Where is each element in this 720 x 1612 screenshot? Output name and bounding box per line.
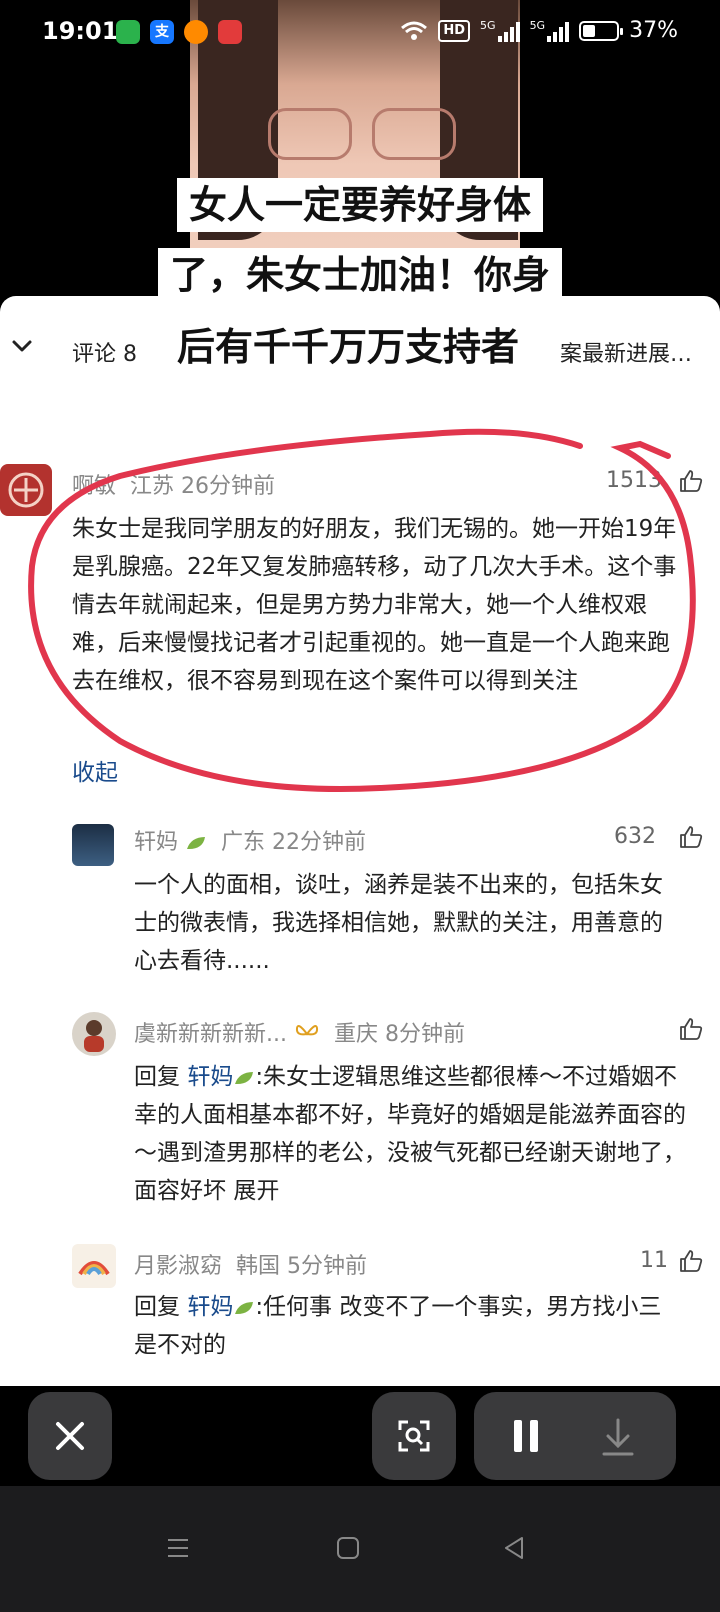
comment-meta: 虞新新新新新... 重庆 8分钟前 — [134, 1016, 465, 1048]
comment-text: 回复 轩妈:朱女士逻辑思维这些都很棒～不过婚姻不幸的人面相基本都不好，毕竟好的婚… — [134, 1064, 686, 1204]
comment-time: 22分钟前 — [272, 830, 367, 855]
reply-prefix: 回复 — [134, 1064, 180, 1090]
comments-sheet: 评论 8 案最新进展… 啊敏 江苏 26分钟前 1513 朱女士是我同学朋友的好… — [0, 296, 720, 1386]
video-caption-line-3: 后有千千万万支持者 — [0, 320, 708, 374]
alipay-icon: 支 — [150, 20, 174, 44]
wifi-icon — [401, 21, 428, 40]
status-bar: 19:01 支 HD 5G 5G 37% — [0, 0, 720, 64]
video-caption-line-2: 了，朱女士加油！你身 — [0, 248, 720, 302]
comment-text: 回复 轩妈:任何事 改变不了一个事实，男方找小三 是不对的 — [134, 1294, 662, 1358]
battery-percent: 37% — [629, 18, 678, 43]
comment-text: 一个人的面相，谈吐，涵养是装不出来的，包括朱女士的微表情，我选择相信她，默默的关… — [134, 872, 663, 974]
media-controls — [474, 1392, 676, 1480]
avatar[interactable] — [72, 824, 114, 866]
close-button[interactable] — [28, 1392, 112, 1480]
comment-location: 广东 — [221, 830, 266, 855]
comment-meta: 啊敏 江苏 26分钟前 — [72, 468, 275, 500]
status-time: 19:01 — [42, 17, 119, 45]
expand-link[interactable]: 展开 — [233, 1178, 279, 1204]
home-icon[interactable] — [330, 1530, 366, 1566]
avatar[interactable] — [0, 464, 52, 516]
battery-icon — [579, 20, 624, 41]
menu-icon[interactable] — [160, 1530, 196, 1566]
comment-like-count: 11 — [640, 1248, 668, 1273]
comment-username[interactable]: 轩妈 — [134, 830, 178, 855]
avatar[interactable] — [72, 1012, 116, 1056]
leaf-badge-icon — [235, 1302, 254, 1314]
comment-location: 韩国 — [236, 1254, 281, 1279]
video-caption-line-1: 女人一定要养好身体 — [0, 178, 720, 232]
collapse-link[interactable]: 收起 — [72, 754, 118, 792]
signal-icon-2 — [547, 20, 570, 42]
pause-icon[interactable] — [474, 1392, 574, 1480]
thumb-up-icon[interactable] — [678, 824, 704, 850]
wechat-icon — [116, 20, 140, 44]
scan-button[interactable] — [372, 1392, 456, 1480]
comment-like-count: 632 — [614, 824, 656, 849]
comment-username[interactable]: 月影淑窈 — [134, 1254, 222, 1279]
video-person-glasses-left — [268, 108, 352, 160]
system-navigation-bar — [0, 1486, 720, 1612]
download-icon[interactable] — [574, 1392, 674, 1480]
comment-location: 江苏 — [130, 474, 175, 499]
network-type-1: 5G — [480, 18, 496, 32]
video-person-glasses-right — [372, 108, 456, 160]
thumb-up-icon[interactable] — [678, 1248, 704, 1274]
leaf-badge-icon — [187, 837, 206, 849]
comment-time: 5分钟前 — [287, 1254, 368, 1279]
comment-like-count: 1513 — [606, 468, 662, 493]
comment-location: 重庆 — [333, 1022, 378, 1047]
comment-meta: 月影淑窈 韩国 5分钟前 — [134, 1248, 367, 1280]
bottom-control-bar — [0, 1386, 720, 1486]
reply-to-user[interactable]: 轩妈 — [187, 1294, 233, 1320]
app-red-icon — [218, 20, 242, 44]
comment-username[interactable]: 虞新新新新新... — [134, 1022, 287, 1047]
close-icon — [56, 1422, 84, 1450]
hd-badge: HD — [438, 19, 471, 42]
back-icon[interactable] — [496, 1530, 532, 1566]
butterfly-badge-icon — [295, 1025, 319, 1036]
thumb-up-icon[interactable] — [678, 1016, 704, 1042]
comment-meta: 轩妈 广东 22分钟前 — [134, 824, 366, 856]
comment-time: 8分钟前 — [385, 1022, 465, 1047]
signal-icon-1 — [497, 20, 520, 42]
leaf-badge-icon — [235, 1072, 254, 1084]
reply-prefix: 回复 — [134, 1294, 180, 1320]
avatar[interactable] — [72, 1244, 116, 1288]
scan-icon — [398, 1420, 430, 1452]
app-orange-icon — [184, 20, 208, 44]
network-type-2: 5G — [529, 18, 546, 32]
comment-username[interactable]: 啊敏 — [72, 474, 116, 499]
thumb-up-icon[interactable] — [678, 468, 704, 494]
comment-time: 26分钟前 — [181, 474, 276, 499]
reply-to-user[interactable]: 轩妈 — [187, 1064, 233, 1090]
comment-text: 朱女士是我同学朋友的好朋友，我们无锡的。她一开始19年是乳腺癌。22年又复发肺癌… — [72, 516, 677, 694]
